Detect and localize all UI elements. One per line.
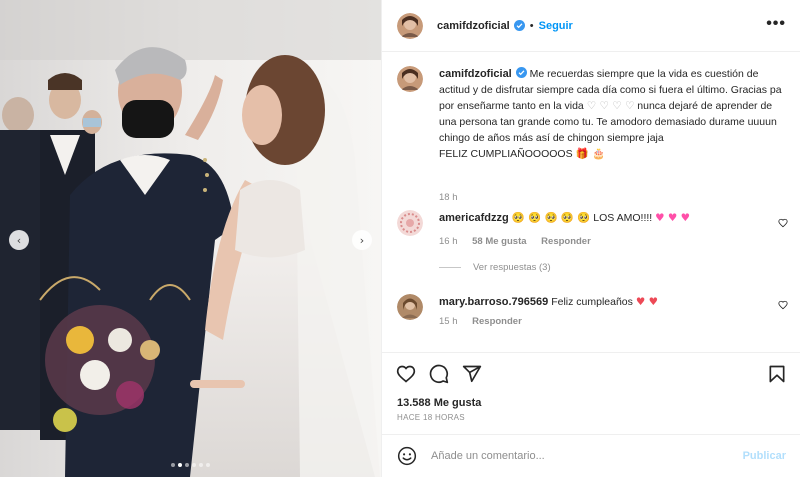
caption-body: camifdzoficial Me recuerdas siempre que … (439, 66, 784, 162)
comment-username[interactable]: americafdzzg (439, 212, 509, 224)
gift-cake-emoji: 🎁 🎂 (575, 148, 606, 160)
comment-username[interactable]: mary.barroso.796569 (439, 296, 548, 308)
post-username[interactable]: camifdzoficial (437, 20, 510, 32)
publish-button[interactable]: Publicar (743, 450, 786, 462)
post-header: camifdzoficial • Seguir ••• (382, 0, 800, 52)
view-replies-label: Ver respuestas (3) (473, 262, 551, 273)
share-icon[interactable] (462, 364, 482, 384)
post-timestamp[interactable]: HACE 18 HORAS (397, 413, 465, 422)
replies-divider (439, 267, 461, 268)
carousel-next-button[interactable]: › (352, 230, 372, 250)
comment-meta: 15 h Responder (439, 316, 534, 327)
caption-meta: 18 h (439, 192, 470, 203)
more-icon[interactable]: ••• (766, 16, 786, 32)
comment-input[interactable] (431, 450, 731, 462)
reply-button[interactable]: Responder (541, 236, 591, 247)
comment-likes[interactable]: 58 Me gusta (472, 236, 526, 247)
bookmark-icon[interactable] (767, 364, 787, 384)
avatar[interactable] (397, 210, 423, 236)
carousel-dots (0, 463, 381, 467)
red-hearts-emoji: ♥ ♥ (635, 296, 658, 308)
avatar[interactable] (397, 12, 423, 39)
verified-icon (515, 67, 527, 78)
post-photo[interactable]: ‹ › (0, 0, 381, 477)
carousel-dot (192, 463, 196, 467)
comments-section[interactable]: camifdzoficial Me recuerdas siempre que … (382, 52, 800, 352)
emoji-icon[interactable] (397, 446, 417, 466)
view-replies-button[interactable]: Ver respuestas (3) (439, 262, 551, 273)
comment-icon[interactable] (429, 364, 449, 384)
avatar[interactable] (397, 294, 423, 320)
carousel-dot-active (178, 463, 182, 467)
white-hearts-emoji: ♡ ♡ ♡ ♡ (586, 100, 635, 112)
heart-icon[interactable] (778, 218, 788, 228)
comment-timestamp: 15 h (439, 316, 458, 327)
reply-button[interactable]: Responder (472, 316, 522, 327)
comment: mary.barroso.796569 Feliz cumpleaños ♥ ♥… (397, 294, 792, 344)
post-side-panel: camifdzoficial • Seguir ••• camifdzofici… (381, 0, 800, 477)
comment-body: mary.barroso.796569 Feliz cumpleaños ♥ ♥ (439, 294, 784, 310)
comment-text: Feliz cumpleaños (551, 296, 633, 308)
instagram-post-modal: ‹ › camifdzoficial • Seguir ••• camifdzo… (0, 0, 800, 477)
carousel-dot (185, 463, 189, 467)
post-caption: camifdzoficial Me recuerdas siempre que … (397, 66, 792, 203)
separator-dot: • (529, 19, 534, 32)
pleading-emoji: 🥺 🥺 🥺 🥺 🥺 (511, 212, 591, 224)
caption-text-3: FELIZ CUMPLIAÑOOOOOS (439, 148, 573, 160)
carousel-prev-button[interactable]: ‹ (9, 230, 29, 250)
chevron-left-icon: ‹ (16, 233, 22, 247)
caption-timestamp: 18 h (439, 192, 458, 203)
caption-username[interactable]: camifdzoficial (439, 68, 512, 80)
chevron-right-icon: › (359, 233, 365, 247)
heart-icon[interactable] (778, 300, 788, 310)
carousel-dot (206, 463, 210, 467)
wedding-photo (0, 0, 381, 477)
heart-icon[interactable] (396, 364, 416, 384)
follow-button[interactable]: Seguir (539, 20, 573, 32)
avatar[interactable] (397, 66, 423, 92)
carousel-dot (171, 463, 175, 467)
likes-count[interactable]: 13.588 Me gusta (397, 397, 481, 409)
comment-body: americafdzzg 🥺 🥺 🥺 🥺 🥺 LOS AMO!!!! ♥ ♥ ♥ (439, 210, 784, 226)
comment-meta: 16 h 58 Me gusta Responder (439, 236, 603, 247)
comment-timestamp: 16 h (439, 236, 458, 247)
action-bar (382, 352, 800, 392)
verified-icon (513, 20, 525, 31)
carousel-dot (199, 463, 203, 467)
comment-text: LOS AMO!!!! (593, 212, 653, 224)
add-comment-bar: Publicar (382, 434, 800, 477)
pink-hearts-emoji: ♥ ♥ ♥ (655, 212, 691, 224)
